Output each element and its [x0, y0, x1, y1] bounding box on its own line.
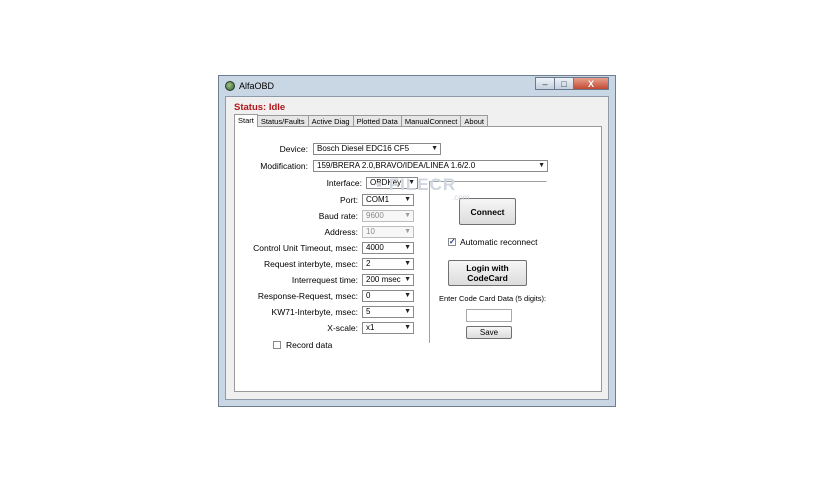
device-value: Bosch Diesel EDC16 CF5: [317, 144, 410, 153]
connect-group: Connect ✓ Automatic reconnect Login with…: [429, 181, 547, 343]
x-scale-label: X-scale:: [327, 323, 358, 333]
auto-reconnect-label: Automatic reconnect: [460, 237, 538, 247]
chevron-down-icon: ▼: [431, 145, 438, 152]
tab-start[interactable]: Start: [234, 114, 258, 127]
cu-timeout-value: 4000: [366, 243, 384, 252]
watermark: ▪ FILECR: [376, 175, 457, 194]
modification-value: 159/BRERA 2.0,BRAVO/IDEA/LINEA 1.6/2.0: [317, 161, 476, 170]
response-request-select[interactable]: 0 ▼: [362, 290, 414, 302]
device-label: Device:: [279, 144, 308, 154]
login-codecard-button[interactable]: Login with CodeCard: [448, 260, 527, 286]
port-select[interactable]: COM1 ▼: [362, 194, 414, 206]
interrequest-value: 200 msec: [366, 275, 401, 284]
status-label: Status: Idle: [234, 102, 286, 113]
request-interbyte-value: 2: [366, 259, 371, 268]
x-scale-select[interactable]: x1 ▼: [362, 322, 414, 334]
checkmark-icon: ✓: [449, 237, 456, 246]
tab-strip: Start Status/Faults Active Diag Plotted …: [234, 114, 488, 127]
connect-button[interactable]: Connect: [459, 198, 516, 225]
auto-reconnect-checkbox[interactable]: ✓: [448, 238, 456, 246]
login-label-line1: Login with: [466, 263, 509, 273]
code-card-label: Enter Code Card Data (5 digits):: [439, 294, 547, 303]
baud-rate-select[interactable]: 9600 ▼: [362, 210, 414, 222]
port-value: COM1: [366, 195, 390, 204]
save-button[interactable]: Save: [466, 326, 512, 339]
close-button[interactable]: X: [573, 77, 609, 90]
chevron-down-icon: ▼: [404, 292, 411, 299]
interface-label: Interface:: [326, 178, 362, 188]
response-request-label: Response-Request, msec:: [257, 291, 358, 301]
address-label: Address:: [324, 227, 358, 237]
cu-timeout-select[interactable]: 4000 ▼: [362, 242, 414, 254]
window-controls: – □ X: [535, 77, 609, 90]
title-bar[interactable]: AlfaOBD – □ X: [219, 76, 615, 96]
client-area: Status: Idle Start Status/Faults Active …: [225, 96, 609, 400]
record-data-label: Record data: [286, 340, 333, 350]
chevron-down-icon: ▼: [404, 228, 411, 235]
address-select[interactable]: 10 ▼: [362, 226, 414, 238]
login-label-line2: CodeCard: [467, 273, 508, 283]
cu-timeout-label: Control Unit Timeout, msec:: [253, 243, 358, 253]
device-select[interactable]: Bosch Diesel EDC16 CF5 ▼: [313, 143, 441, 155]
port-label: Port:: [340, 195, 358, 205]
kw71-interbyte-value: 5: [366, 307, 371, 316]
chevron-down-icon: ▼: [404, 244, 411, 251]
modification-select[interactable]: 159/BRERA 2.0,BRAVO/IDEA/LINEA 1.6/2.0 ▼: [313, 160, 548, 172]
x-scale-value: x1: [366, 323, 375, 332]
baud-rate-label: Baud rate:: [318, 211, 358, 221]
record-data-checkbox[interactable]: [273, 341, 281, 349]
kw71-interbyte-select[interactable]: 5 ▼: [362, 306, 414, 318]
chevron-down-icon: ▼: [404, 260, 411, 267]
minimize-button[interactable]: –: [535, 77, 555, 90]
interrequest-select[interactable]: 200 msec ▼: [362, 274, 414, 286]
interrequest-label: Interrequest time:: [291, 275, 358, 285]
request-interbyte-label: Request interbyte, msec:: [263, 259, 358, 269]
app-icon: [225, 81, 235, 91]
request-interbyte-select[interactable]: 2 ▼: [362, 258, 414, 270]
baud-rate-value: 9600: [366, 211, 384, 220]
chevron-down-icon: ▼: [404, 308, 411, 315]
watermark-text: FILECR: [388, 175, 457, 194]
modification-label: Modification:: [260, 161, 308, 171]
chevron-down-icon: ▼: [404, 276, 411, 283]
kw71-interbyte-label: KW71-Interbyte, msec:: [271, 307, 358, 317]
code-card-input[interactable]: [466, 309, 512, 322]
app-window: AlfaOBD – □ X Status: Idle Start Status/…: [218, 75, 616, 407]
maximize-button[interactable]: □: [554, 77, 574, 90]
start-panel: Device: Bosch Diesel EDC16 CF5 ▼ Modific…: [234, 126, 602, 392]
address-value: 10: [366, 227, 375, 236]
watermark-sub: .com: [452, 193, 470, 202]
chevron-down-icon: ▼: [404, 196, 411, 203]
window-title: AlfaOBD: [239, 81, 275, 91]
chevron-down-icon: ▼: [538, 162, 545, 169]
chevron-down-icon: ▼: [404, 324, 411, 331]
response-request-value: 0: [366, 291, 371, 300]
chevron-down-icon: ▼: [404, 212, 411, 219]
